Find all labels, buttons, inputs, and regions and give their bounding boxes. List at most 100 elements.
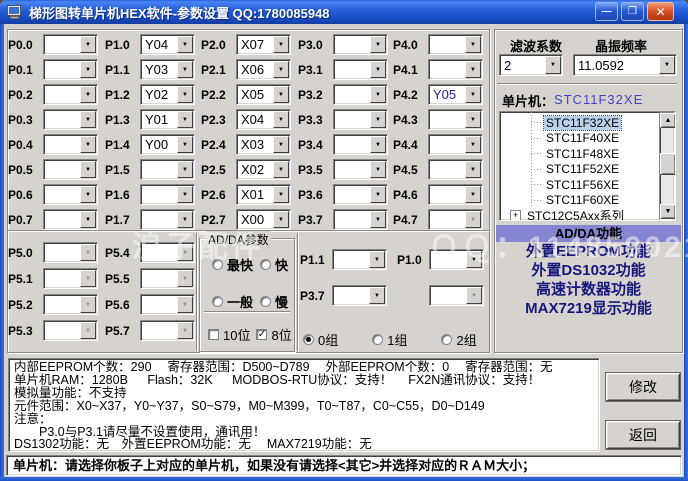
chevron-down-icon[interactable]: ▼ [369,251,385,268]
function-item[interactable]: AD/DA功能 [496,225,681,242]
chevron-down-icon[interactable]: ▼ [80,61,96,78]
port-combobox[interactable]: X02 ▼ [236,159,291,180]
chevron-down-icon[interactable]: ▼ [370,86,386,103]
chevron-down-icon[interactable]: ▼ [80,86,96,103]
port-combobox[interactable]: X04 ▼ [236,109,291,130]
port-combobox[interactable]: ▼ [140,159,195,180]
chevron-down-icon[interactable]: ▼ [177,296,193,313]
port-combobox[interactable]: ▼ [43,109,98,130]
checkbox-icon[interactable] [208,329,219,340]
chevron-down-icon[interactable]: ▼ [80,244,96,261]
chevron-down-icon[interactable]: ▼ [80,111,96,128]
expand-plus-icon[interactable]: + [510,210,521,220]
chevron-down-icon[interactable]: ▼ [80,161,96,178]
port-combobox[interactable]: ▼ [43,268,98,289]
radio-icon[interactable] [260,296,271,307]
function-item[interactable]: 外置DS1032功能 [496,261,681,280]
port-combobox[interactable]: ▼ [140,242,195,263]
port-combobox[interactable]: ▼ [43,159,98,180]
port-combobox[interactable]: Y02 ▼ [140,84,195,105]
port-combobox[interactable]: ▼ [333,134,388,155]
port-combobox[interactable]: ▼ [428,159,483,180]
chevron-down-icon[interactable]: ▼ [177,86,193,103]
function-item[interactable]: 外置EEPROM功能 [496,242,681,261]
chevron-down-icon[interactable]: ▼ [465,186,481,203]
scrollbar-thumb[interactable] [660,153,675,175]
speed-radio-option[interactable]: 快 [260,255,298,274]
radio-icon[interactable] [372,334,384,345]
chevron-down-icon[interactable]: ▼ [80,211,96,228]
chevron-down-icon[interactable]: ▼ [177,244,193,261]
mcu-tree-item[interactable]: + STC11F60XE [500,193,658,209]
port-combobox[interactable]: ▼ [43,294,98,315]
port-combobox[interactable]: ▼ [333,159,388,180]
comm-combobox[interactable]: ▼ [332,249,387,270]
speed-radio-option[interactable]: 最快 [212,255,260,274]
title-bar[interactable]: 梯形图转单片机HEX软件-参数设置 QQ:1780085948 — ❐ ✕ [0,0,688,24]
chevron-down-icon[interactable]: ▼ [465,86,481,103]
group-radio-option[interactable]: 1组 [372,330,407,349]
chevron-down-icon[interactable]: ▼ [466,251,482,268]
comm-combobox[interactable]: ▼ [429,285,484,306]
port-combobox[interactable]: ▼ [428,134,483,155]
port-combobox[interactable]: ▼ [140,294,195,315]
port-combobox[interactable]: ▼ [428,109,483,130]
chevron-down-icon[interactable]: ▼ [177,186,193,203]
chevron-down-icon[interactable]: ▼ [273,61,289,78]
chevron-down-icon[interactable]: ▼ [177,36,193,53]
port-combobox[interactable]: Y05 ▼ [428,84,483,105]
chevron-down-icon[interactable]: ▼ [273,86,289,103]
chevron-down-icon[interactable]: ▼ [370,111,386,128]
port-combobox[interactable]: ▼ [140,209,195,230]
close-button[interactable]: ✕ [647,2,674,21]
port-combobox[interactable]: X03 ▼ [236,134,291,155]
port-combobox[interactable]: X06 ▼ [236,59,291,80]
filter-combobox[interactable]: 2 ▼ [499,54,563,76]
chevron-down-icon[interactable]: ▼ [80,36,96,53]
port-combobox[interactable]: ▼ [428,184,483,205]
port-combobox[interactable]: ▼ [333,109,388,130]
minimize-button[interactable]: — [595,2,618,21]
radio-icon[interactable] [260,259,271,270]
port-combobox[interactable]: Y01 ▼ [140,109,195,130]
port-combobox[interactable]: X05 ▼ [236,84,291,105]
chevron-down-icon[interactable]: ▼ [273,211,289,228]
group-radio-option[interactable]: 2组 [441,330,477,349]
chevron-down-icon[interactable]: ▼ [465,136,481,153]
port-combobox[interactable]: ▼ [43,59,98,80]
tree-scrollbar[interactable]: ▲ ▼ [659,112,675,220]
maximize-button[interactable]: ❐ [621,2,644,21]
port-combobox[interactable]: X07 ▼ [236,34,291,55]
port-combobox[interactable]: ▼ [333,184,388,205]
radio-icon[interactable] [212,296,223,307]
radio-icon[interactable] [303,334,314,345]
crystal-combobox[interactable]: 11.0592 ▼ [573,54,677,76]
chevron-down-icon[interactable]: ▼ [273,161,289,178]
chevron-down-icon[interactable]: ▼ [273,36,289,53]
speed-radio-option[interactable]: 慢 [260,292,298,311]
port-combobox[interactable]: ▼ [428,34,483,55]
port-combobox[interactable]: ▼ [333,209,388,230]
radio-icon[interactable] [212,259,223,270]
bit-checkbox-option[interactable]: 10位 [208,325,250,344]
chevron-down-icon[interactable]: ▼ [177,111,193,128]
chevron-down-icon[interactable]: ▼ [545,56,561,74]
back-button[interactable]: 返回 [606,421,680,449]
chevron-down-icon[interactable]: ▼ [370,161,386,178]
mcu-tree-item[interactable]: + STC11F40XE [500,131,658,147]
group-radio-option[interactable]: 0组 [303,330,338,349]
port-combobox[interactable]: ▼ [43,242,98,263]
chevron-down-icon[interactable]: ▼ [80,322,96,339]
chevron-down-icon[interactable]: ▼ [177,61,193,78]
function-item[interactable]: 高速计数器功能 [496,280,681,299]
port-combobox[interactable]: ▼ [43,34,98,55]
chevron-down-icon[interactable]: ▼ [370,186,386,203]
bit-checkbox-option[interactable]: 8位 [256,325,292,344]
chevron-down-icon[interactable]: ▼ [177,136,193,153]
chevron-down-icon[interactable]: ▼ [465,161,481,178]
chevron-down-icon[interactable]: ▼ [370,136,386,153]
comm-combobox[interactable]: ▼ [429,249,484,270]
chevron-down-icon[interactable]: ▼ [273,186,289,203]
chevron-down-icon[interactable]: ▼ [659,56,675,74]
comm-combobox[interactable]: ▼ [332,285,387,306]
